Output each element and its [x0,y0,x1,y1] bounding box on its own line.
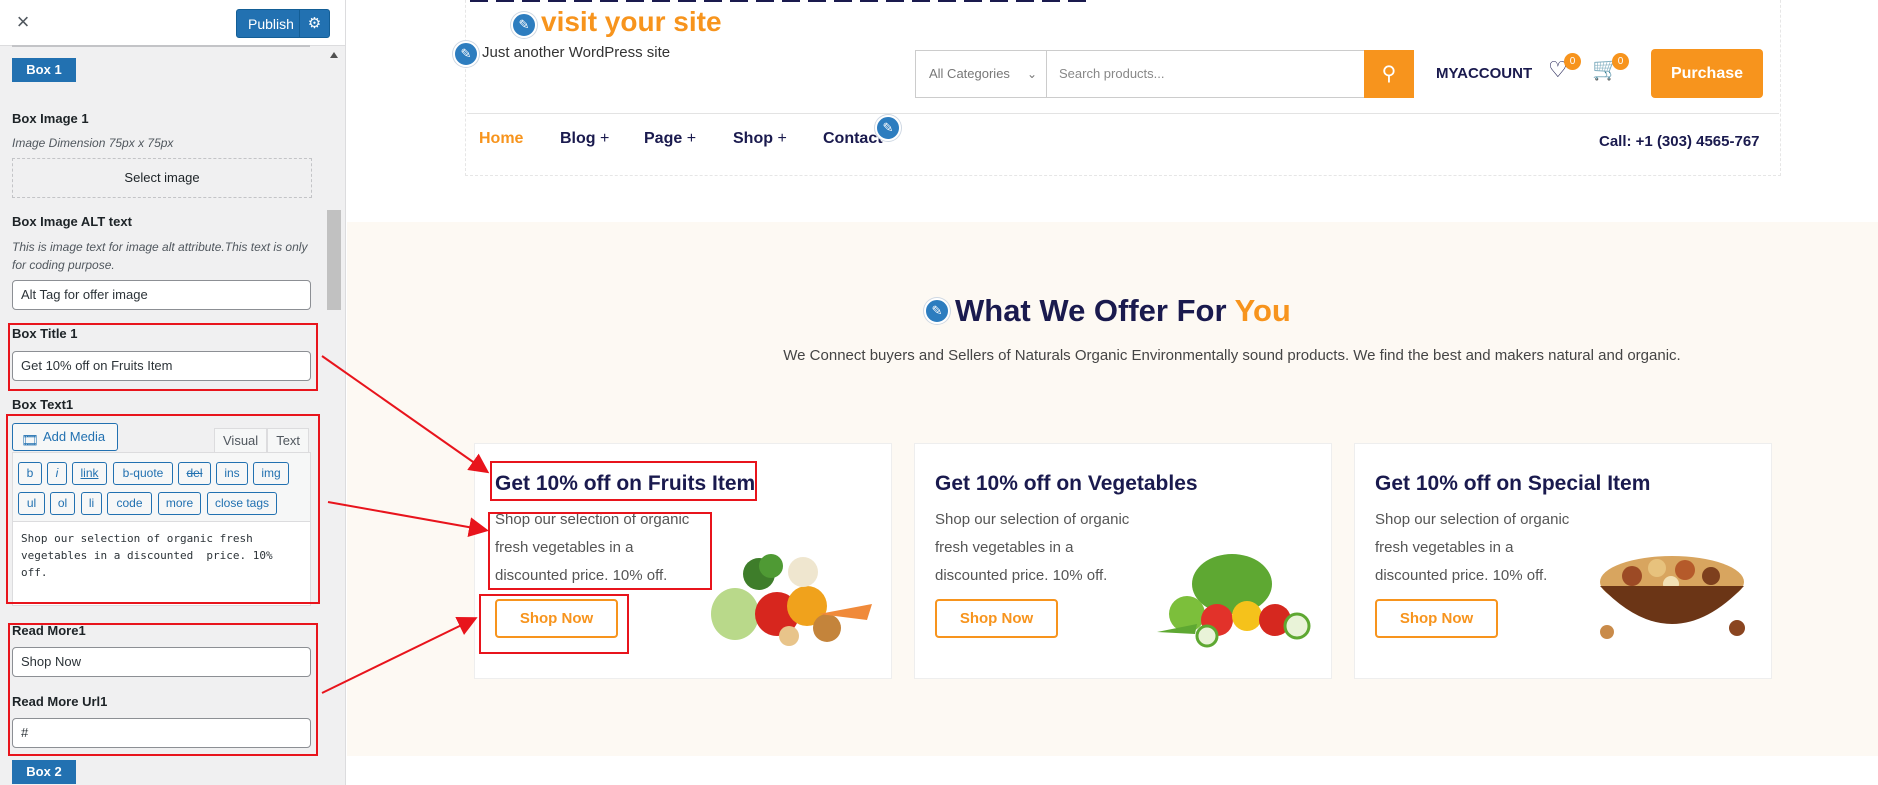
qt-i-button[interactable]: i [47,462,67,485]
category-select[interactable]: All Categories ⌄ [915,50,1047,98]
box-text-label: Box Text1 [12,397,74,412]
read-more-url-label: Read More Url1 [12,694,108,709]
offer-card: Get 10% off on Vegetables Shop our selec… [914,443,1332,679]
qt-more-button[interactable]: more [158,492,201,515]
qt-ul-button[interactable]: ul [18,492,45,515]
card-title: Get 10% off on Fruits Item [495,472,756,495]
shop-now-button[interactable]: Shop Now [1375,599,1498,638]
media-icon: 🎞 [21,432,39,448]
add-media-label: Add Media [43,429,106,444]
qt-b-button[interactable]: b [18,462,42,485]
customizer-header: × Publish ⚙ [0,0,345,46]
nav-blog[interactable]: Blog + [560,130,609,148]
nav-divider [467,113,1779,114]
chevron-down-icon: ⌄ [1026,67,1037,81]
offer-card: Get 10% off on Fruits Item Shop our sele… [474,443,892,679]
read-more-label: Read More1 [12,623,86,638]
edit-pencil-icon[interactable]: ✎ [511,12,537,38]
offer-card: Get 10% off on Special Item Shop our sel… [1354,443,1772,679]
box-title-label: Box Title 1 [12,326,78,341]
qt-code-button[interactable]: code [107,492,152,515]
publish-label: Publish [248,16,294,32]
sidebar-scrollbar[interactable] [326,48,342,785]
read-more-url-input[interactable]: # [12,718,311,748]
nav-shop[interactable]: Shop + [733,130,787,148]
category-select-value: All Categories [929,66,1010,81]
nuts-bowl-image [1600,556,1745,639]
site-title[interactable]: visit your site [541,6,722,38]
offer-title-main: What We Offer For [955,293,1227,328]
read-more-input[interactable]: Shop Now [12,647,311,677]
edit-pencil-icon[interactable]: ✎ [875,115,901,141]
select-image-button[interactable]: Select image [12,158,312,198]
customizer-sidebar: × Publish ⚙ Box 1 Box Image 1 Image Dime… [0,0,346,785]
qt-img-button[interactable]: img [253,462,289,485]
fruits-image [711,554,872,646]
plus-icon: + [777,130,787,147]
qt-link-button[interactable]: link [72,462,107,485]
my-account-link[interactable]: MYACCOUNT [1436,65,1532,82]
offer-description: We Connect buyers and Sellers of Natural… [783,347,1681,364]
edit-pencil-icon[interactable]: ✎ [924,298,950,324]
publish-button[interactable]: Publish ⚙ [236,9,330,38]
purchase-button[interactable]: Purchase [1651,49,1763,98]
gear-icon[interactable]: ⚙ [299,10,329,37]
close-icon[interactable]: × [8,7,38,37]
search-button[interactable]: ⚲ [1364,50,1414,98]
nav-page-label: Page [644,130,683,147]
card-text: Shop our selection of organic fresh vege… [495,511,690,584]
sidebar-scroll-thumb[interactable] [327,210,341,310]
alt-text-label: Box Image ALT text [12,214,132,229]
qt-li-button[interactable]: li [81,492,102,515]
wishlist-count: 0 [1564,53,1581,70]
edit-pencil-icon[interactable]: ✎ [453,41,479,67]
tab-visual[interactable]: Visual [214,428,268,453]
qt-ins-button[interactable]: ins [216,462,248,485]
plus-icon: + [686,130,697,147]
qt-close-tags-button[interactable]: close tags [207,492,277,515]
box-title-input[interactable]: Get 10% off on Fruits Item [12,351,311,381]
box-image-label: Box Image 1 [12,111,89,126]
search-icon: ⚲ [1381,63,1397,85]
tab-text[interactable]: Text [267,428,310,453]
scroll-up-icon[interactable] [330,52,338,58]
vegetables-image [1157,554,1311,648]
box1-badge: Box 1 [12,58,76,82]
add-media-button[interactable]: 🎞 Add Media [12,423,118,451]
nav-home[interactable]: Home [479,130,523,148]
box-image-desc: Image Dimension 75px x 75px [12,136,174,150]
box-text-editor[interactable]: Shop our selection of organic fresh vege… [12,521,311,606]
card-title: Get 10% off on Vegetables [935,472,1198,495]
card-text: Shop our selection of organic fresh vege… [1375,511,1570,584]
alt-text-input[interactable]: Alt Tag for offer image [12,280,311,310]
cart-count: 0 [1612,53,1629,70]
nav-blog-label: Blog [560,130,596,147]
shop-now-button[interactable]: Shop Now [935,599,1058,638]
alt-text-desc: This is image text for image alt attribu… [12,240,308,272]
nav-shop-label: Shop [733,130,773,147]
qt-ol-button[interactable]: ol [50,492,75,515]
shop-now-button[interactable]: Shop Now [495,599,618,638]
offer-title: What We Offer For You [955,293,1291,329]
qt-bquote-button[interactable]: b-quote [113,462,173,485]
search-input[interactable]: Search products... [1046,50,1365,98]
plus-icon: + [600,130,610,147]
card-text: Shop our selection of organic fresh vege… [935,511,1130,584]
box2-badge: Box 2 [12,760,76,784]
nav-contact[interactable]: Contact [823,130,883,148]
card-title: Get 10% off on Special Item [1375,472,1651,495]
offer-title-accent: You [1234,293,1291,328]
qt-del-button[interactable]: del [178,462,211,485]
call-number: Call: +1 (303) 4565-767 [1599,133,1760,150]
nav-page[interactable]: Page + [644,130,696,148]
section-divider [12,45,310,47]
site-tagline: Just another WordPress site [482,44,671,61]
